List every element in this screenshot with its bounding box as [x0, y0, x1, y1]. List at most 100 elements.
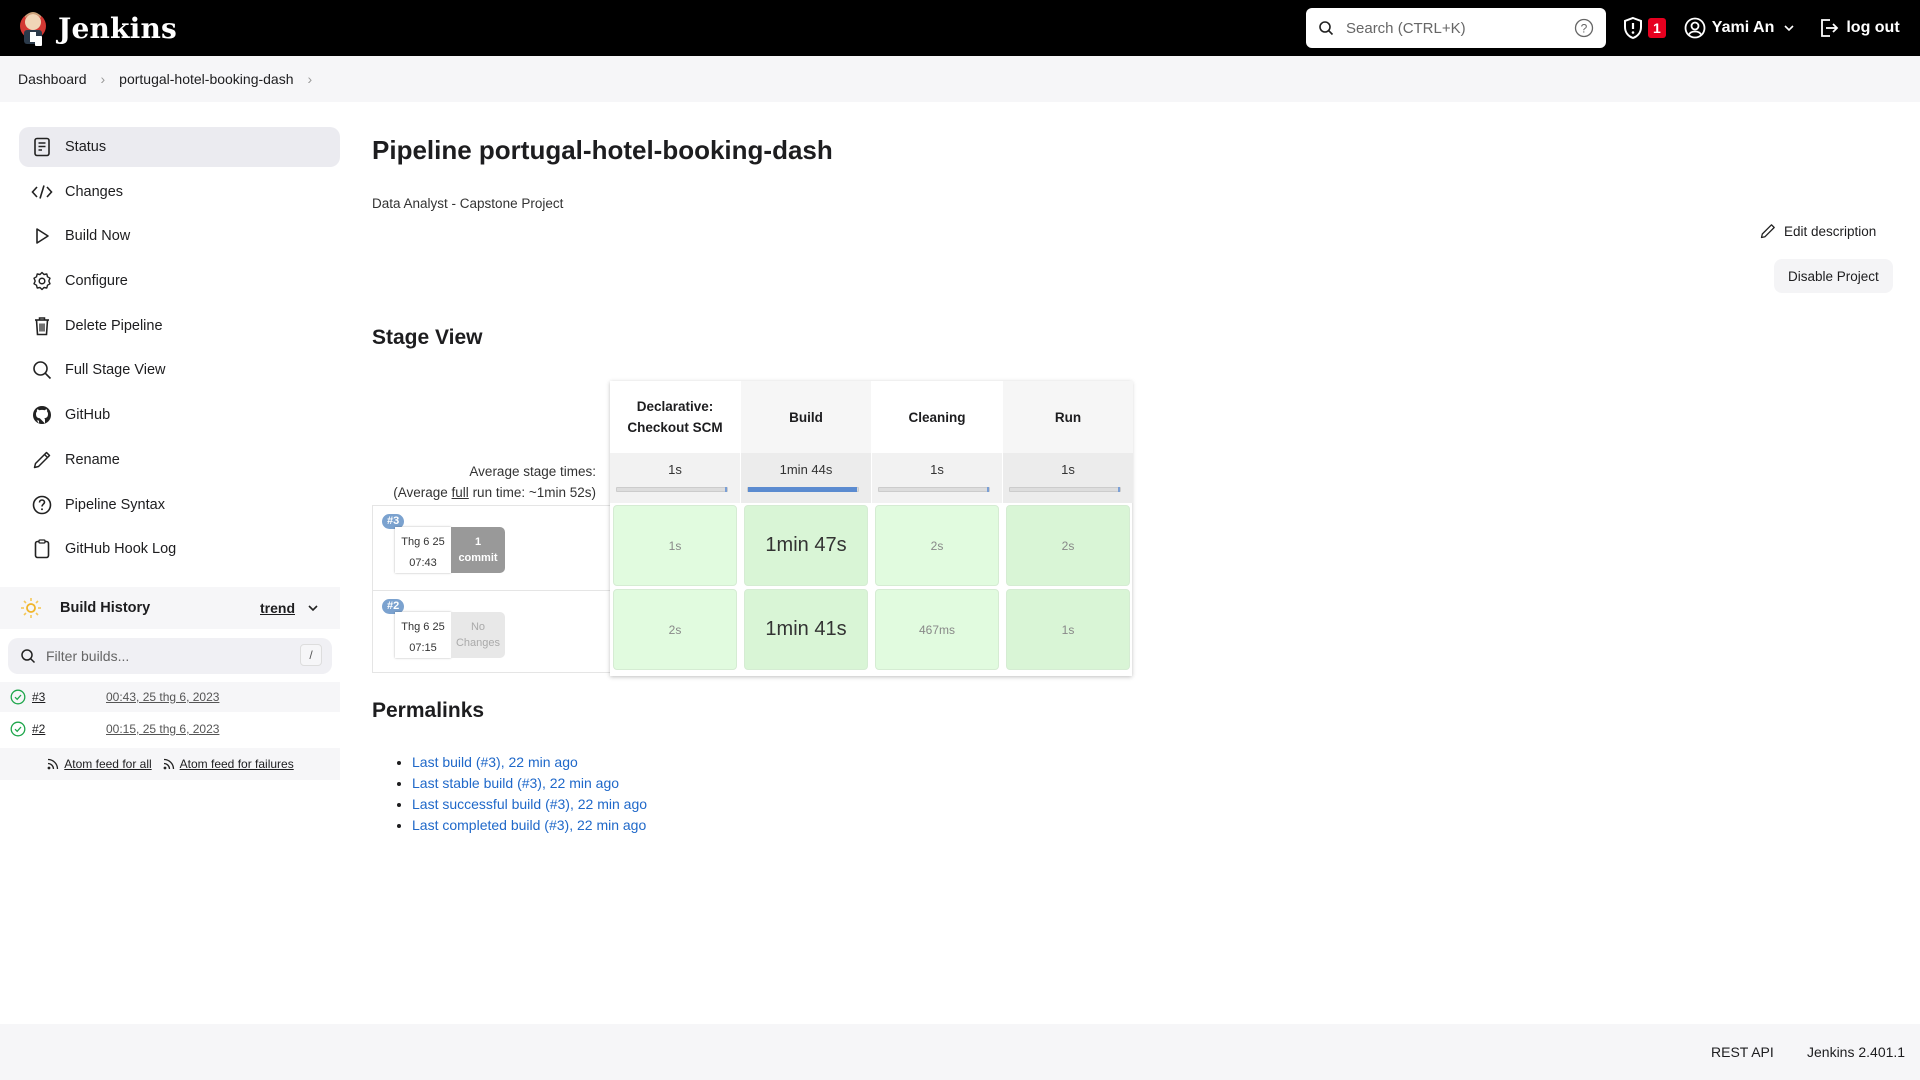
build-date-time: Thg 6 25 07:43 — [395, 527, 451, 573]
build-changes-commit[interactable]: 1 commit — [451, 527, 505, 573]
search-icon — [1319, 21, 1334, 36]
sidebar-item-rename[interactable]: Rename — [19, 440, 340, 480]
stage-cell-success[interactable]: 2s — [875, 505, 999, 586]
user-menu[interactable]: Yami An — [1684, 17, 1797, 39]
sidebar-item-configure[interactable]: Configure — [19, 261, 340, 301]
build-number-link[interactable]: #3 — [32, 690, 102, 704]
stage-average-bar-fill — [1118, 487, 1120, 492]
user-name: Yami An — [1711, 19, 1775, 36]
stage-view-build-list: #3 Thg 6 25 07:43 1 commit #2 Thg 6 25 07:1… — [372, 505, 611, 674]
permalink-last-build[interactable]: Last build (#3), 22 min ago — [412, 754, 578, 770]
stage-average-bar-fill — [987, 487, 989, 492]
pencil-icon — [1760, 224, 1775, 239]
sidebar-item-pipeline-syntax[interactable]: Pipeline Syntax — [19, 485, 340, 525]
stage-cell-success[interactable]: 1min 41s — [744, 589, 868, 670]
jenkins-logo-link[interactable]: Jenkins — [18, 0, 177, 56]
logout-icon — [1821, 19, 1839, 37]
permalink-item: Last stable build (#3), 22 min ago — [412, 773, 647, 794]
build-changes-none: No Changes — [451, 612, 505, 658]
breadcrumb: Dashboard › portugal-hotel-booking-dash … — [0, 56, 1920, 102]
jenkins-wordmark: Jenkins — [58, 11, 177, 45]
build-history-row[interactable]: #2 00:15, 25 thg 6, 2023 — [0, 714, 340, 744]
stage-cell-success[interactable]: 1s — [613, 505, 737, 586]
atom-feed-all-link[interactable]: Atom feed for all — [64, 757, 151, 771]
sidebar-item-status[interactable]: Status — [19, 127, 340, 167]
atom-feed-failures-link[interactable]: Atom feed for failures — [180, 757, 294, 771]
document-icon — [34, 137, 50, 157]
build-history-title: Build History — [60, 600, 151, 616]
success-check-icon — [10, 721, 26, 737]
jenkins-version-link[interactable]: Jenkins 2.401.1 — [1807, 1044, 1905, 1060]
stage-run-row[interactable]: #3 Thg 6 25 07:43 1 commit — [373, 506, 611, 590]
atom-feeds: Atom feed for all Atom feed for failures — [0, 748, 340, 780]
stage-average-bar — [747, 487, 859, 492]
filter-builds-box[interactable]: / — [8, 638, 332, 674]
logout-link[interactable]: log out — [1818, 17, 1900, 39]
stage-average-bar-fill — [748, 487, 857, 492]
permalink-last-stable-build[interactable]: Last stable build (#3), 22 min ago — [412, 775, 619, 791]
edit-description-label: Edit description — [1784, 223, 1877, 239]
stage-average-time: 1s — [872, 453, 1002, 503]
sidebar-item-changes[interactable]: Changes — [19, 172, 340, 212]
chevron-down-icon[interactable] — [1782, 21, 1796, 35]
stage-cell-success[interactable]: 1s — [1006, 589, 1130, 670]
stage-cell-success[interactable]: 2s — [1006, 505, 1130, 586]
search-box[interactable]: ? — [1306, 8, 1606, 48]
play-icon — [36, 228, 49, 245]
build-date-link[interactable]: 00:15, 25 thg 6, 2023 — [106, 722, 219, 736]
stage-column: Cleaning 1s 2s 467ms — [872, 381, 1002, 676]
stage-average-time: 1min 44s — [741, 453, 871, 503]
permalink-item: Last build (#3), 22 min ago — [412, 752, 647, 773]
stage-cell-success[interactable]: 467ms — [875, 589, 999, 670]
stage-cell-success[interactable]: 1min 47s — [744, 505, 868, 586]
stage-view-table: Declarative: Checkout SCM 1s 1s 2s Build 1min … — [610, 381, 1133, 676]
search-icon — [33, 361, 52, 380]
stage-run-row[interactable]: #2 Thg 6 25 07:15 No Changes — [373, 590, 611, 674]
project-description: Data Analyst - Capstone Project — [372, 196, 564, 211]
clipboard-icon — [34, 539, 50, 559]
sidebar-item-full-stage-view[interactable]: Full Stage View — [19, 350, 340, 390]
help-icon[interactable]: ? — [1574, 18, 1594, 38]
full-run-link[interactable]: full — [452, 485, 469, 500]
breadcrumb-project[interactable]: portugal-hotel-booking-dash — [119, 71, 293, 87]
security-alerts-button[interactable]: 1 — [1622, 16, 1666, 40]
build-history-row[interactable]: #3 00:43, 25 thg 6, 2023 — [0, 682, 340, 712]
breadcrumb-dashboard[interactable]: Dashboard — [18, 71, 87, 87]
breadcrumb-separator-icon[interactable]: › — [308, 71, 313, 87]
sidebar-item-github-hook-log[interactable]: GitHub Hook Log — [19, 529, 340, 569]
user-avatar-icon — [1684, 17, 1706, 39]
sidebar-item-label: Pipeline Syntax — [65, 496, 165, 513]
stage-column: Declarative: Checkout SCM 1s 1s 2s — [610, 381, 740, 676]
sidebar-item-build-now[interactable]: Build Now — [19, 216, 340, 256]
security-count-badge: 1 — [1648, 18, 1666, 38]
build-number-link[interactable]: #2 — [32, 722, 102, 736]
filter-shortcut-hint: / — [300, 644, 322, 666]
sidebar-item-delete-pipeline[interactable]: Delete Pipeline — [19, 306, 340, 346]
code-icon — [31, 184, 53, 199]
disable-project-button[interactable]: Disable Project — [1774, 259, 1893, 293]
chevron-down-icon[interactable] — [306, 601, 320, 615]
edit-description-link[interactable]: Edit description — [1760, 223, 1876, 239]
stage-header: Run — [1003, 381, 1133, 453]
rest-api-link[interactable]: REST API — [1711, 1044, 1774, 1060]
build-history-header: Build History trend — [0, 587, 340, 629]
breadcrumb-separator-icon[interactable]: › — [101, 71, 106, 87]
sidebar-item-label: Build Now — [65, 228, 131, 245]
search-input[interactable] — [1346, 19, 1574, 37]
sidebar-item-label: Changes — [65, 183, 124, 200]
permalink-last-completed-build[interactable]: Last completed build (#3), 22 min ago — [412, 817, 646, 833]
sidebar-item-github[interactable]: GitHub — [19, 395, 340, 435]
sidebar-item-label: Delete Pipeline — [65, 317, 163, 334]
sidebar-item-label: Status — [65, 139, 107, 155]
rss-icon — [163, 758, 174, 770]
average-stage-times-label: Average stage times: — [469, 464, 596, 479]
stage-cell-success[interactable]: 2s — [613, 589, 737, 670]
build-history-trend-link[interactable]: trend — [260, 600, 295, 616]
top-header: Jenkins ? 1 Yami An log out — [0, 0, 1920, 56]
stage-header: Cleaning — [908, 409, 966, 425]
build-date-link[interactable]: 00:43, 25 thg 6, 2023 — [106, 690, 219, 704]
permalink-item: Last successful build (#3), 22 min ago — [412, 794, 647, 815]
permalink-last-successful-build[interactable]: Last successful build (#3), 22 min ago — [412, 796, 647, 812]
filter-builds-input[interactable] — [46, 648, 296, 664]
average-times-labels: Average stage times: (Average full run t… — [372, 461, 596, 503]
